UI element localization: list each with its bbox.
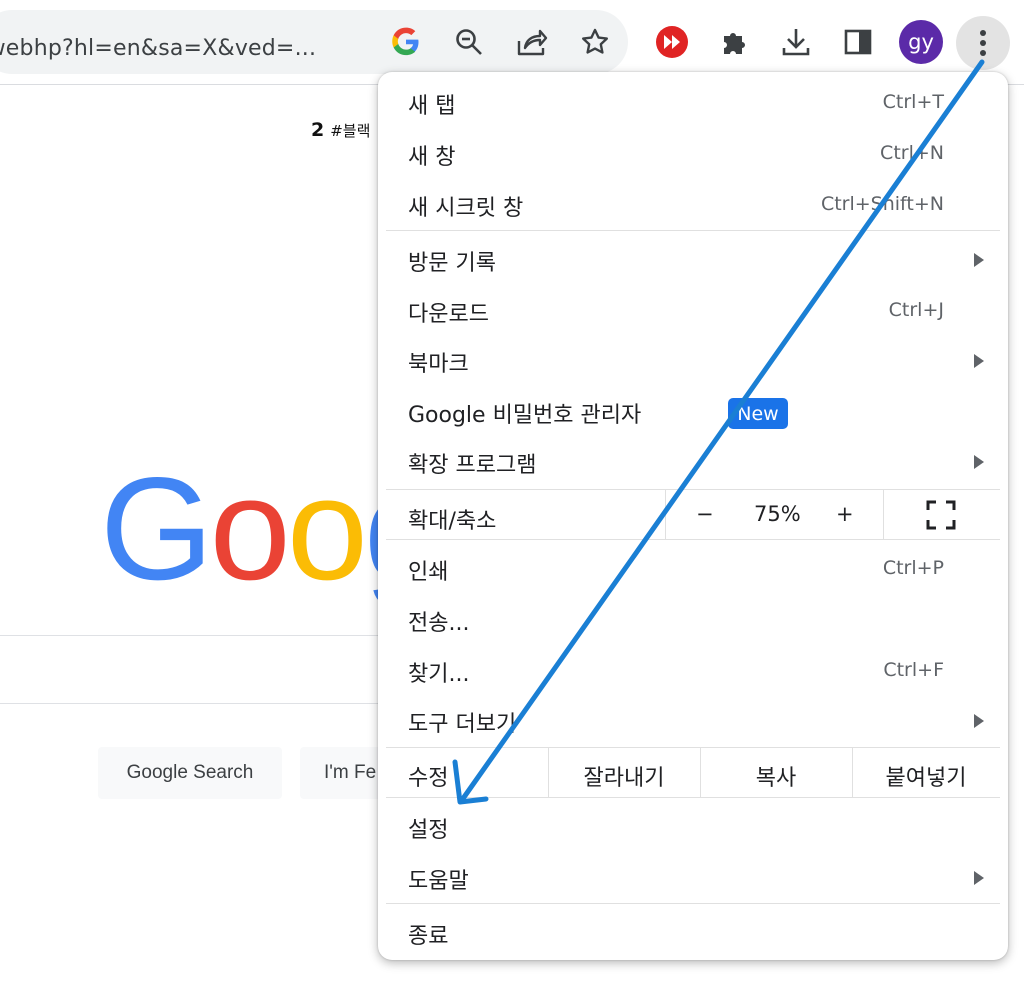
paste-button[interactable]: 붙여넣기 bbox=[852, 756, 1000, 796]
submenu-arrow-icon bbox=[974, 714, 984, 728]
menu-item-label: 다운로드 bbox=[408, 302, 489, 327]
side-panel-icon[interactable] bbox=[840, 24, 876, 60]
menu-item-label: 도움말 bbox=[408, 869, 469, 894]
logo-letter: o bbox=[209, 447, 291, 610]
download-icon[interactable] bbox=[778, 24, 814, 60]
fullscreen-icon bbox=[926, 500, 956, 530]
zoom-out-button[interactable]: − bbox=[696, 502, 714, 526]
google-g-icon[interactable] bbox=[388, 24, 424, 60]
menu-item-new-window[interactable]: 새 창 Ctrl+N bbox=[378, 129, 1008, 179]
menu-item-cast[interactable]: 전송... bbox=[378, 595, 1008, 645]
kebab-menu-button[interactable] bbox=[956, 16, 1010, 70]
menu-item-label: 종료 bbox=[408, 924, 449, 949]
zoom-label: 확대/축소 bbox=[408, 509, 497, 534]
avatar-initials: gy bbox=[908, 30, 934, 54]
feeling-lucky-button[interactable]: I'm Fe bbox=[300, 747, 390, 799]
submenu-arrow-icon bbox=[974, 253, 984, 267]
logo-letter: o bbox=[286, 447, 368, 610]
page-top-hashtag: #블랙 bbox=[330, 122, 371, 140]
menu-separator bbox=[386, 539, 1000, 540]
kebab-menu-icon bbox=[980, 30, 986, 56]
menu-item-shortcut: Ctrl+P bbox=[882, 557, 944, 579]
menu-item-more-tools[interactable]: 도구 더보기 bbox=[378, 696, 1008, 746]
menu-item-label: Google 비밀번호 관리자 bbox=[408, 403, 642, 428]
menu-item-password-manager[interactable]: Google 비밀번호 관리자 bbox=[378, 387, 1008, 437]
menu-item-settings[interactable]: 설정 bbox=[378, 802, 1008, 852]
submenu-arrow-icon bbox=[974, 871, 984, 885]
menu-item-label: 확장 프로그램 bbox=[408, 453, 537, 478]
zoom-in-button[interactable]: + bbox=[836, 502, 854, 526]
menu-item-history[interactable]: 방문 기록 bbox=[378, 235, 1008, 285]
star-icon[interactable] bbox=[577, 24, 613, 60]
submenu-arrow-icon bbox=[974, 354, 984, 368]
fullscreen-button[interactable] bbox=[926, 500, 956, 534]
menu-row-zoom: 확대/축소 bbox=[378, 491, 1008, 541]
copy-button[interactable]: 복사 bbox=[700, 756, 852, 796]
menu-item-label: 방문 기록 bbox=[408, 251, 496, 276]
menu-item-new-tab[interactable]: 새 탭 Ctrl+T bbox=[378, 78, 1008, 128]
share-icon[interactable] bbox=[514, 24, 550, 60]
menu-item-label: 인쇄 bbox=[408, 560, 449, 585]
logo-letter: G bbox=[100, 447, 214, 610]
zoom-divider bbox=[665, 489, 666, 539]
menu-item-downloads[interactable]: 다운로드 Ctrl+J bbox=[378, 286, 1008, 336]
chrome-main-menu: 새 탭 Ctrl+T 새 창 Ctrl+N 새 시크릿 창 Ctrl+Shift… bbox=[378, 72, 1008, 960]
google-search-button[interactable]: Google Search bbox=[98, 747, 282, 799]
zoom-level-value: 75% bbox=[754, 502, 801, 526]
menu-item-label: 새 탭 bbox=[408, 94, 456, 119]
menu-item-shortcut: Ctrl+J bbox=[888, 299, 944, 321]
menu-item-label: 설정 bbox=[408, 818, 449, 843]
menu-item-exit[interactable]: 종료 bbox=[378, 908, 1008, 958]
menu-item-label: 도구 더보기 bbox=[408, 712, 517, 737]
menu-separator bbox=[386, 903, 1000, 904]
menu-item-label: 새 창 bbox=[408, 145, 456, 170]
search-box-top-border bbox=[0, 635, 400, 636]
menu-item-label: 새 시크릿 창 bbox=[408, 196, 524, 221]
puzzle-extensions-icon[interactable] bbox=[717, 24, 753, 60]
menu-item-shortcut: Ctrl+Shift+N bbox=[820, 193, 944, 215]
zoom-divider bbox=[883, 489, 884, 539]
menu-item-help[interactable]: 도움말 bbox=[378, 853, 1008, 903]
menu-separator bbox=[386, 230, 1000, 231]
menu-item-label: 전송... bbox=[408, 611, 470, 636]
menu-item-bookmarks[interactable]: 북마크 bbox=[378, 336, 1008, 386]
menu-item-find[interactable]: 찾기... Ctrl+F bbox=[378, 646, 1008, 696]
menu-item-print[interactable]: 인쇄 Ctrl+P bbox=[378, 544, 1008, 594]
url-text[interactable]: /webhp?hl=en&sa=X&ved=... bbox=[0, 36, 316, 61]
cut-button[interactable]: 잘라내기 bbox=[548, 756, 700, 796]
page-top-text: 2 #블랙 bbox=[311, 119, 370, 141]
edit-label: 수정 bbox=[408, 766, 449, 791]
menu-item-label: 북마크 bbox=[408, 352, 469, 377]
menu-item-shortcut: Ctrl+F bbox=[883, 659, 944, 681]
menu-separator bbox=[386, 797, 1000, 798]
menu-separator bbox=[386, 747, 1000, 748]
extension-red-icon[interactable] bbox=[654, 24, 690, 60]
zoom-out-icon[interactable] bbox=[451, 24, 487, 60]
menu-item-shortcut: Ctrl+N bbox=[880, 142, 944, 164]
new-badge: New bbox=[728, 398, 788, 429]
page-top-number: 2 bbox=[311, 119, 325, 141]
menu-item-label: 찾기... bbox=[408, 662, 470, 687]
search-box-bottom-border bbox=[0, 703, 400, 704]
menu-separator bbox=[386, 489, 1000, 490]
profile-avatar[interactable]: gy bbox=[899, 20, 943, 64]
menu-item-extensions[interactable]: 확장 프로그램 bbox=[378, 437, 1008, 487]
menu-item-incognito[interactable]: 새 시크릿 창 Ctrl+Shift+N bbox=[378, 180, 1008, 230]
submenu-arrow-icon bbox=[974, 455, 984, 469]
menu-item-shortcut: Ctrl+T bbox=[882, 91, 944, 113]
